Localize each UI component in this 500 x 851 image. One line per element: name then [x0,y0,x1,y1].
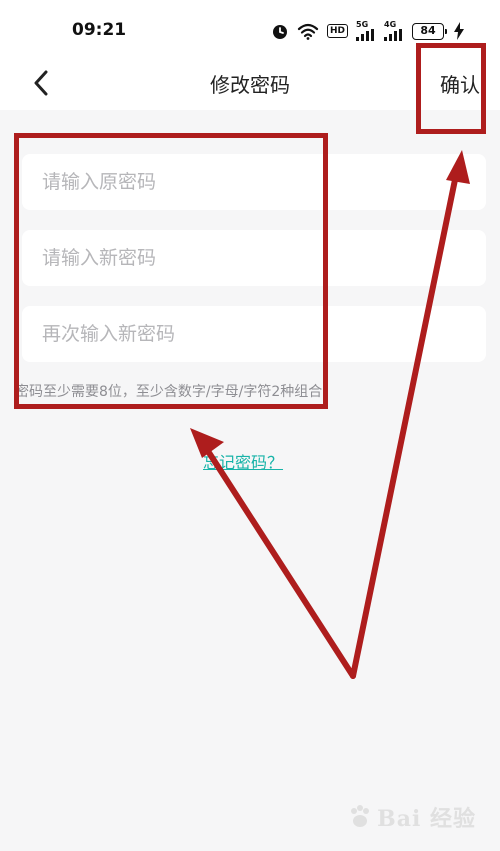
signal-icon: 4G [384,21,404,41]
status-time: 09:21 [72,20,127,40]
battery-icon: 84 [412,22,447,40]
wifi-icon [297,22,319,40]
watermark: Bai 经验 [347,801,476,833]
network-4g-label: 4G [384,20,397,29]
signal-icon: 5G [356,21,376,41]
charging-icon [454,22,464,40]
alarm-icon [271,22,289,40]
annotation-arrow-to-confirm [350,150,470,679]
network-5g-label: 5G [356,20,369,29]
paw-icon [351,805,370,827]
battery-level: 84 [420,24,436,37]
annotation-box-form [14,133,328,409]
watermark-text: Bai 经验 [377,806,476,832]
status-icons: HD 5G 4G 84 [271,20,464,42]
hd-badge: HD [326,24,348,38]
forgot-password-link[interactable]: 忘记密码？ [203,449,283,473]
annotation-box-confirm [416,43,486,134]
